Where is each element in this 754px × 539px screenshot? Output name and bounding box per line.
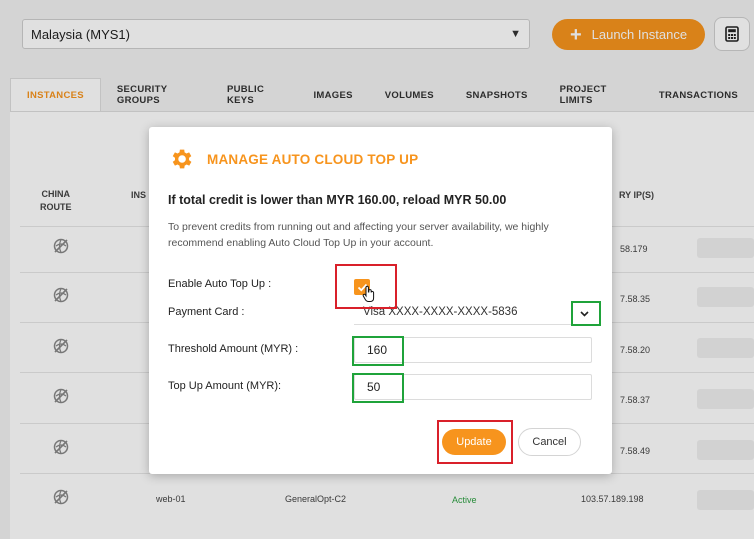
payment-card-label: Payment Card : xyxy=(168,306,245,318)
highlight-box-threshold xyxy=(352,336,404,366)
modal-headline: If total credit is lower than MYR 160.00… xyxy=(168,193,507,207)
highlight-box-update xyxy=(437,420,513,464)
cancel-button[interactable]: Cancel xyxy=(518,428,581,456)
threshold-amount-label: Threshold Amount (MYR) : xyxy=(168,343,299,355)
highlight-box-checkbox xyxy=(335,264,397,309)
modal-title: MANAGE AUTO CLOUD TOP UP xyxy=(207,152,419,167)
top-up-amount-label: Top Up Amount (MYR): xyxy=(168,380,282,392)
highlight-box-card-dropdown xyxy=(571,301,601,326)
enable-auto-top-up-label: Enable Auto Top Up : xyxy=(168,278,272,290)
gear-icon xyxy=(172,149,192,169)
modal-description: To prevent credits from running out and … xyxy=(168,221,549,249)
highlight-box-topup xyxy=(352,373,404,403)
